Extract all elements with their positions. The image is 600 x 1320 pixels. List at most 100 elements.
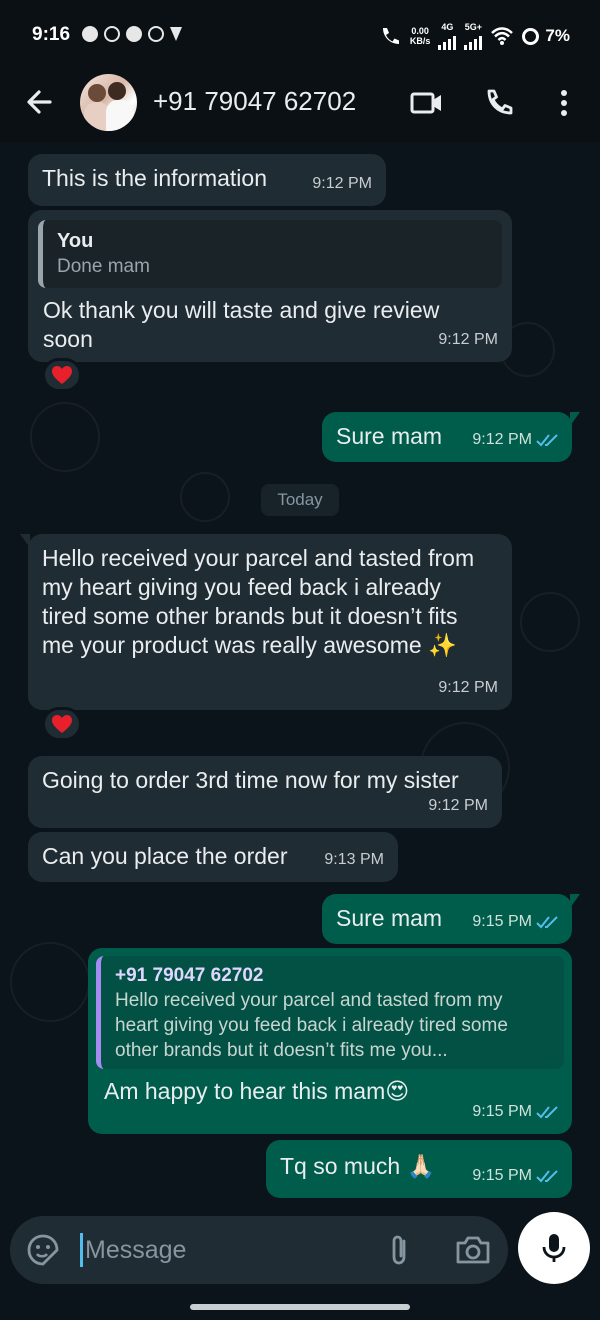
signal-bars-icon: [464, 32, 483, 50]
wifi-icon: [491, 27, 514, 45]
message-notification-icon: [82, 26, 98, 42]
incoming-message[interactable]: Can you place the order 9:13 PM: [28, 832, 398, 882]
avatar-head-1: [88, 84, 106, 102]
message-text: This is the information: [42, 165, 267, 191]
outgoing-message[interactable]: Tq so much 🙏🏻 9:15 PM: [266, 1140, 572, 1198]
emoji-sticker-icon[interactable]: [26, 1233, 60, 1267]
read-receipt-icon: [536, 433, 558, 446]
message-input-box[interactable]: [10, 1216, 508, 1284]
status-bar: 9:16 0.00 KB/s 4G 5G+ 7%: [0, 0, 600, 66]
message-time-text: 9:15 PM: [472, 1103, 532, 1120]
notification-icons: [82, 26, 182, 42]
avatar-head-2: [108, 82, 126, 100]
chat-header: +91 79047 62702: [0, 66, 600, 142]
message-time-text: 9:12 PM: [472, 431, 532, 448]
message-time: 9:12 PM: [312, 169, 372, 198]
signal-bars-icon: [438, 32, 457, 50]
battery-indicator: 7%: [522, 26, 570, 46]
volte-call-icon: [382, 28, 399, 44]
camera-icon[interactable]: [454, 1232, 492, 1268]
message-reaction[interactable]: [42, 707, 82, 741]
message-time: 9:12 PM: [428, 791, 488, 820]
wallpaper-doodle: [520, 592, 580, 652]
message-composer: [0, 1212, 600, 1320]
sim1-label: 4G: [441, 22, 454, 32]
message-time: 9:12 PM: [438, 325, 498, 354]
gesture-navigation-bar[interactable]: [190, 1304, 410, 1310]
whatsapp-business-notification-icon: [148, 26, 164, 42]
message-text: Going to order 3rd time now for my siste…: [42, 767, 459, 793]
outgoing-message[interactable]: Sure mam 9:15 PM: [322, 894, 580, 944]
quoted-reply[interactable]: +91 79047 62702 Hello received your parc…: [96, 956, 564, 1069]
battery-icon: [522, 27, 540, 45]
status-indicators: 0.00 KB/s 4G 5G+ 7%: [380, 22, 570, 50]
message-time: 9:12 PM: [472, 425, 560, 454]
message-time: 9:15 PM: [472, 1097, 560, 1126]
text-caret: [80, 1233, 83, 1267]
message-time: 9:12 PM: [438, 673, 498, 702]
message-time-text: 9:15 PM: [472, 913, 532, 930]
avatar-figure-2: [106, 100, 134, 131]
message-text: Sure mam: [336, 905, 443, 931]
wallpaper-doodle: [10, 942, 90, 1022]
message-time: 9:15 PM: [472, 1161, 560, 1190]
message-time: 9:15 PM: [472, 907, 560, 936]
video-call-button[interactable]: [408, 84, 446, 122]
quoted-text: Done mam: [57, 256, 150, 277]
message-time: 9:13 PM: [324, 845, 384, 874]
read-receipt-icon: [536, 915, 558, 928]
video-call-icon: [410, 92, 441, 114]
incoming-message[interactable]: Hello received your parcel and tasted fr…: [20, 534, 512, 710]
attach-icon[interactable]: [382, 1232, 418, 1268]
whatsapp-notification-icon: [104, 26, 120, 42]
more-options-icon: [561, 90, 567, 116]
message-text: Hello received your parcel and tasted fr…: [42, 545, 475, 658]
contact-name[interactable]: +91 79047 62702: [153, 86, 356, 117]
message-time-text: 9:13 PM: [324, 851, 384, 868]
incoming-message[interactable]: Going to order 3rd time now for my siste…: [28, 756, 502, 828]
message-text: Can you place the order: [42, 843, 288, 869]
sim1-signal: 4G: [438, 22, 457, 50]
message-reaction[interactable]: [42, 358, 82, 392]
quoted-text: Hello received your parcel and tasted fr…: [115, 990, 508, 1061]
message-time-text: 9:12 PM: [428, 797, 488, 814]
mic-icon: [542, 1234, 566, 1262]
message-time-text: 9:15 PM: [472, 1167, 532, 1184]
signal-notification-icon: [170, 27, 182, 41]
message-input[interactable]: [85, 1230, 375, 1270]
voice-call-button[interactable]: [480, 84, 518, 122]
read-receipt-icon: [536, 1169, 558, 1182]
wallpaper-doodle: [180, 472, 230, 522]
more-options-button[interactable]: [545, 84, 583, 122]
incoming-message[interactable]: You Done mam Ok thank you will taste and…: [28, 210, 512, 362]
message-text: Ok thank you will taste and give review …: [43, 297, 440, 352]
status-time: 9:16: [32, 24, 71, 45]
quoted-reply[interactable]: You Done mam: [38, 220, 502, 288]
net-speed-unit: KB/s: [409, 36, 431, 46]
contact-avatar[interactable]: [80, 74, 137, 131]
message-time-text: 9:12 PM: [312, 175, 372, 192]
outgoing-message[interactable]: Sure mam 9:12 PM: [322, 412, 580, 462]
phone-call-icon: [487, 89, 513, 115]
message-time-text: 9:12 PM: [438, 331, 498, 348]
message-text: Tq so much 🙏🏻: [280, 1153, 436, 1179]
battery-percent: 7%: [545, 26, 570, 45]
sim2-signal: 5G+: [464, 22, 483, 50]
sim2-label: 5G+: [464, 22, 483, 32]
voice-message-button[interactable]: [518, 1212, 590, 1284]
heart-reaction-icon: [52, 715, 72, 733]
facebook-notification-icon: [126, 26, 142, 42]
wallpaper-doodle: [30, 402, 100, 472]
quoted-sender: You: [57, 230, 94, 252]
net-speed: 0.00 KB/s: [410, 26, 431, 46]
message-time-text: 9:12 PM: [438, 679, 498, 696]
chat-area[interactable]: This is the information 9:12 PM You Done…: [0, 142, 600, 1212]
back-arrow-icon[interactable]: [22, 84, 58, 120]
quoted-sender: +91 79047 62702: [115, 965, 264, 986]
read-receipt-icon: [536, 1105, 558, 1118]
incoming-message[interactable]: This is the information 9:12 PM: [28, 154, 386, 206]
date-separator: Today: [261, 484, 339, 516]
heart-reaction-icon: [52, 366, 72, 384]
message-text: Sure mam: [336, 423, 443, 449]
outgoing-message[interactable]: +91 79047 62702 Hello received your parc…: [88, 948, 572, 1134]
